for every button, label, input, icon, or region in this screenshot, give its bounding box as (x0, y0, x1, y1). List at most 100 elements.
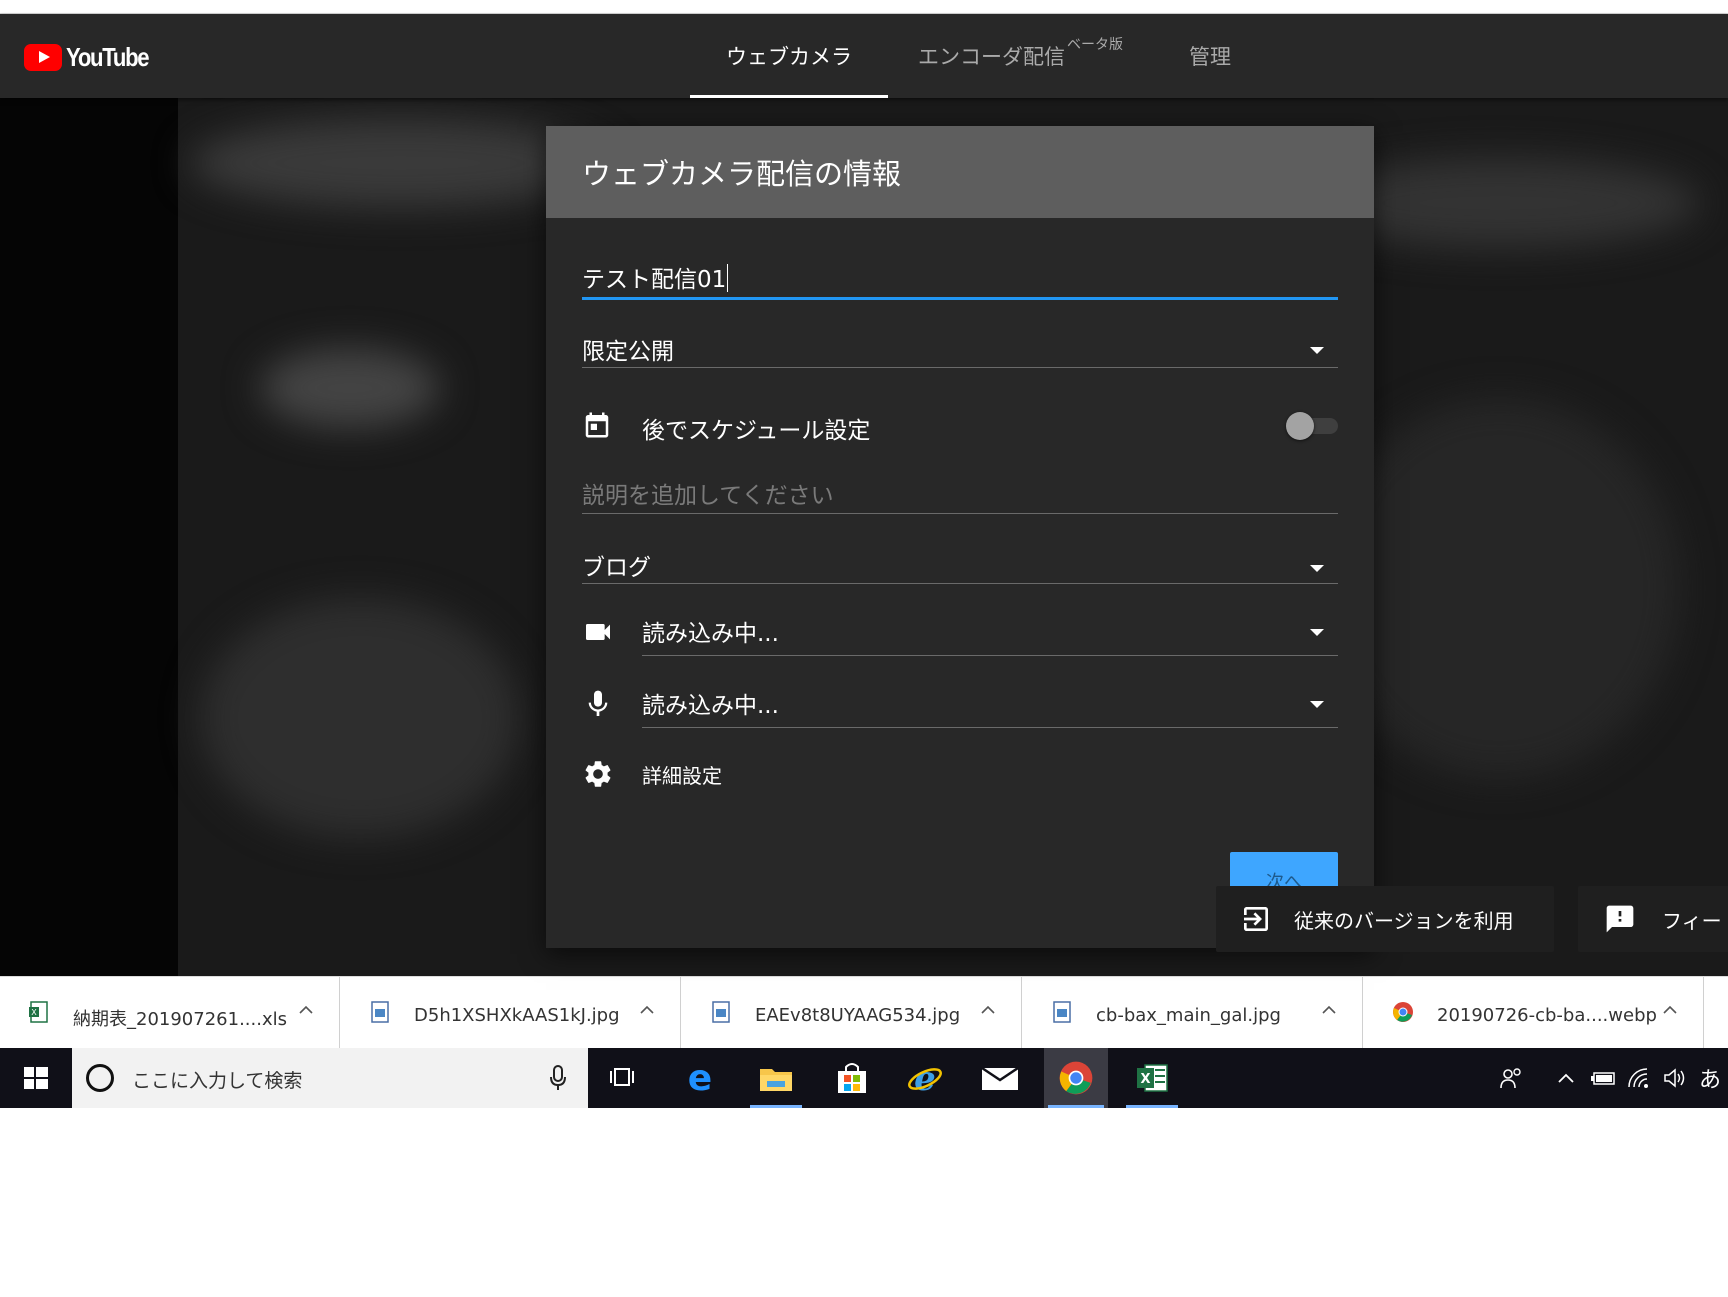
privacy-select[interactable]: 限定公開 (582, 322, 1338, 368)
image-file-icon (1053, 1001, 1071, 1023)
download-item[interactable]: X 納期表_201907261....xls (0, 977, 340, 1049)
excel-icon: X (1137, 1064, 1168, 1092)
download-filename: EAEv8t8UYAAG534.jpg (755, 1005, 961, 1026)
battery-icon (1591, 1072, 1615, 1085)
advanced-settings[interactable]: 詳細設定 (582, 754, 882, 794)
download-filename: 納期表_201907261....xls (73, 1009, 287, 1030)
exit-to-app-icon (1244, 907, 1268, 931)
youtube-header: YouTube ウェブカメラ エンコーダ配信 ベータ版 管理 (0, 14, 1728, 98)
stream-title-input[interactable]: テスト配信01 (582, 254, 1338, 300)
youtube-play-icon (24, 43, 62, 71)
category-select[interactable]: ブログ (582, 534, 1338, 584)
preview-left-shadow (0, 98, 178, 976)
chevron-up-icon[interactable] (1663, 1003, 1677, 1017)
taskbar-file-explorer[interactable] (746, 1048, 806, 1108)
tab-manage[interactable]: 管理 (1170, 14, 1250, 98)
chevron-down-icon (1310, 629, 1324, 636)
download-filename: D5h1XSHXkAAS1kJ.jpg (414, 1005, 620, 1026)
people-button[interactable] (1494, 1048, 1530, 1108)
feedback-label: フィー (1662, 908, 1722, 933)
tray-overflow-button[interactable] (1552, 1048, 1580, 1108)
chevron-up-icon (1558, 1073, 1574, 1083)
chevron-up-icon[interactable] (640, 1003, 654, 1017)
image-file-icon (371, 1001, 389, 1023)
ime-indicator[interactable]: あ (1694, 1048, 1726, 1108)
chevron-down-icon (1310, 701, 1324, 708)
select-underline (582, 367, 1338, 368)
schedule-label: 後でスケジュール設定 (642, 418, 871, 444)
taskbar-internet-explorer[interactable]: e (895, 1048, 955, 1108)
cortana-icon (86, 1064, 114, 1092)
select-underline (642, 655, 1338, 656)
text-cursor (727, 264, 729, 292)
windows-logo-icon (24, 1067, 48, 1089)
stream-title-value: テスト配信01 (582, 267, 727, 293)
microphone-select[interactable]: 読み込み中... (642, 672, 1338, 728)
taskbar-excel[interactable]: X (1122, 1048, 1182, 1108)
gear-icon (585, 761, 611, 787)
advanced-settings-label: 詳細設定 (642, 764, 722, 788)
speaker-icon (1664, 1068, 1685, 1088)
camera-value: 読み込み中... (642, 621, 779, 647)
tab-encoder[interactable]: エンコーダ配信 ベータ版 (918, 14, 1128, 98)
volume-button[interactable] (1660, 1048, 1690, 1108)
preview-blur-shape (200, 598, 520, 838)
chevron-up-icon[interactable] (299, 1003, 313, 1017)
battery-button[interactable] (1588, 1048, 1618, 1108)
store-bag-icon (838, 1063, 866, 1093)
dialog-title: ウェブカメラ配信の情報 (582, 157, 902, 191)
select-underline (582, 583, 1338, 584)
download-item[interactable]: D5h1XSHXkAAS1kJ.jpg (341, 977, 681, 1049)
tab-webcam[interactable]: ウェブカメラ (690, 14, 888, 98)
input-underline (582, 513, 1338, 514)
chevron-up-icon[interactable] (981, 1003, 995, 1017)
microphone-icon[interactable] (548, 1064, 568, 1092)
microphone-row: 読み込み中... (582, 672, 1338, 728)
description-input[interactable]: 説明を追加してください (582, 464, 1338, 514)
input-underline-focused (582, 297, 1338, 300)
folder-icon (760, 1069, 792, 1091)
taskbar-chrome[interactable] (1044, 1048, 1108, 1108)
taskbar-store[interactable] (822, 1048, 882, 1108)
youtube-logo-text: YouTube (66, 41, 150, 72)
svg-text:e: e (914, 1060, 936, 1096)
taskbar-edge[interactable]: e (670, 1048, 730, 1108)
legacy-version-label: 従来のバージョンを利用 (1294, 908, 1514, 933)
download-item[interactable]: cb-bax_main_gal.jpg (1023, 977, 1363, 1049)
tab-webcam-label: ウェブカメラ (726, 45, 852, 69)
task-view-icon (610, 1068, 634, 1086)
tab-manage-label: 管理 (1189, 45, 1231, 69)
chevron-down-icon (1310, 347, 1324, 354)
internet-explorer-icon: e (908, 1060, 942, 1096)
search-placeholder: ここに入力して検索 (132, 1070, 303, 1092)
camera-row: 読み込み中... (582, 600, 1338, 656)
download-item[interactable]: EAEv8t8UYAAG534.jpg (682, 977, 1022, 1049)
stream-info-dialog: ウェブカメラ配信の情報 テスト配信01 限定公開 後でスケジュール設定 説明を追… (546, 126, 1374, 948)
privacy-value: 限定公開 (582, 339, 674, 365)
download-filename: 20190726-cb-ba....webp (1437, 1005, 1657, 1026)
mic-value: 読み込み中... (642, 693, 779, 719)
edge-browser-icon: e (688, 1061, 712, 1095)
windows-taskbar: ここに入力して検索 e e X あ (0, 1048, 1728, 1108)
schedule-row: 後でスケジュール設定 (582, 402, 1338, 448)
taskbar-mail[interactable] (970, 1048, 1030, 1108)
legacy-version-button[interactable]: 従来のバージョンを利用 (1216, 886, 1554, 952)
people-icon (1500, 1068, 1521, 1089)
camera-select[interactable]: 読み込み中... (642, 600, 1338, 656)
chevron-up-icon[interactable] (1322, 1003, 1336, 1017)
taskbar-search-box[interactable]: ここに入力して検索 (72, 1048, 588, 1108)
youtube-logo[interactable]: YouTube (24, 42, 163, 72)
start-button[interactable] (0, 1048, 72, 1108)
task-view-button[interactable] (594, 1048, 654, 1108)
feedback-icon (1606, 905, 1634, 933)
feedback-button[interactable]: フィー (1578, 886, 1728, 952)
schedule-toggle[interactable] (1286, 412, 1338, 440)
chevron-down-icon (1310, 565, 1324, 572)
category-value: ブログ (582, 555, 651, 581)
description-placeholder: 説明を追加してください (582, 483, 834, 509)
svg-text:e: e (688, 1061, 712, 1095)
wifi-icon (1628, 1068, 1648, 1088)
network-button[interactable] (1624, 1048, 1654, 1108)
download-item[interactable]: 20190726-cb-ba....webp (1364, 977, 1704, 1049)
video-camera-icon (586, 624, 610, 640)
